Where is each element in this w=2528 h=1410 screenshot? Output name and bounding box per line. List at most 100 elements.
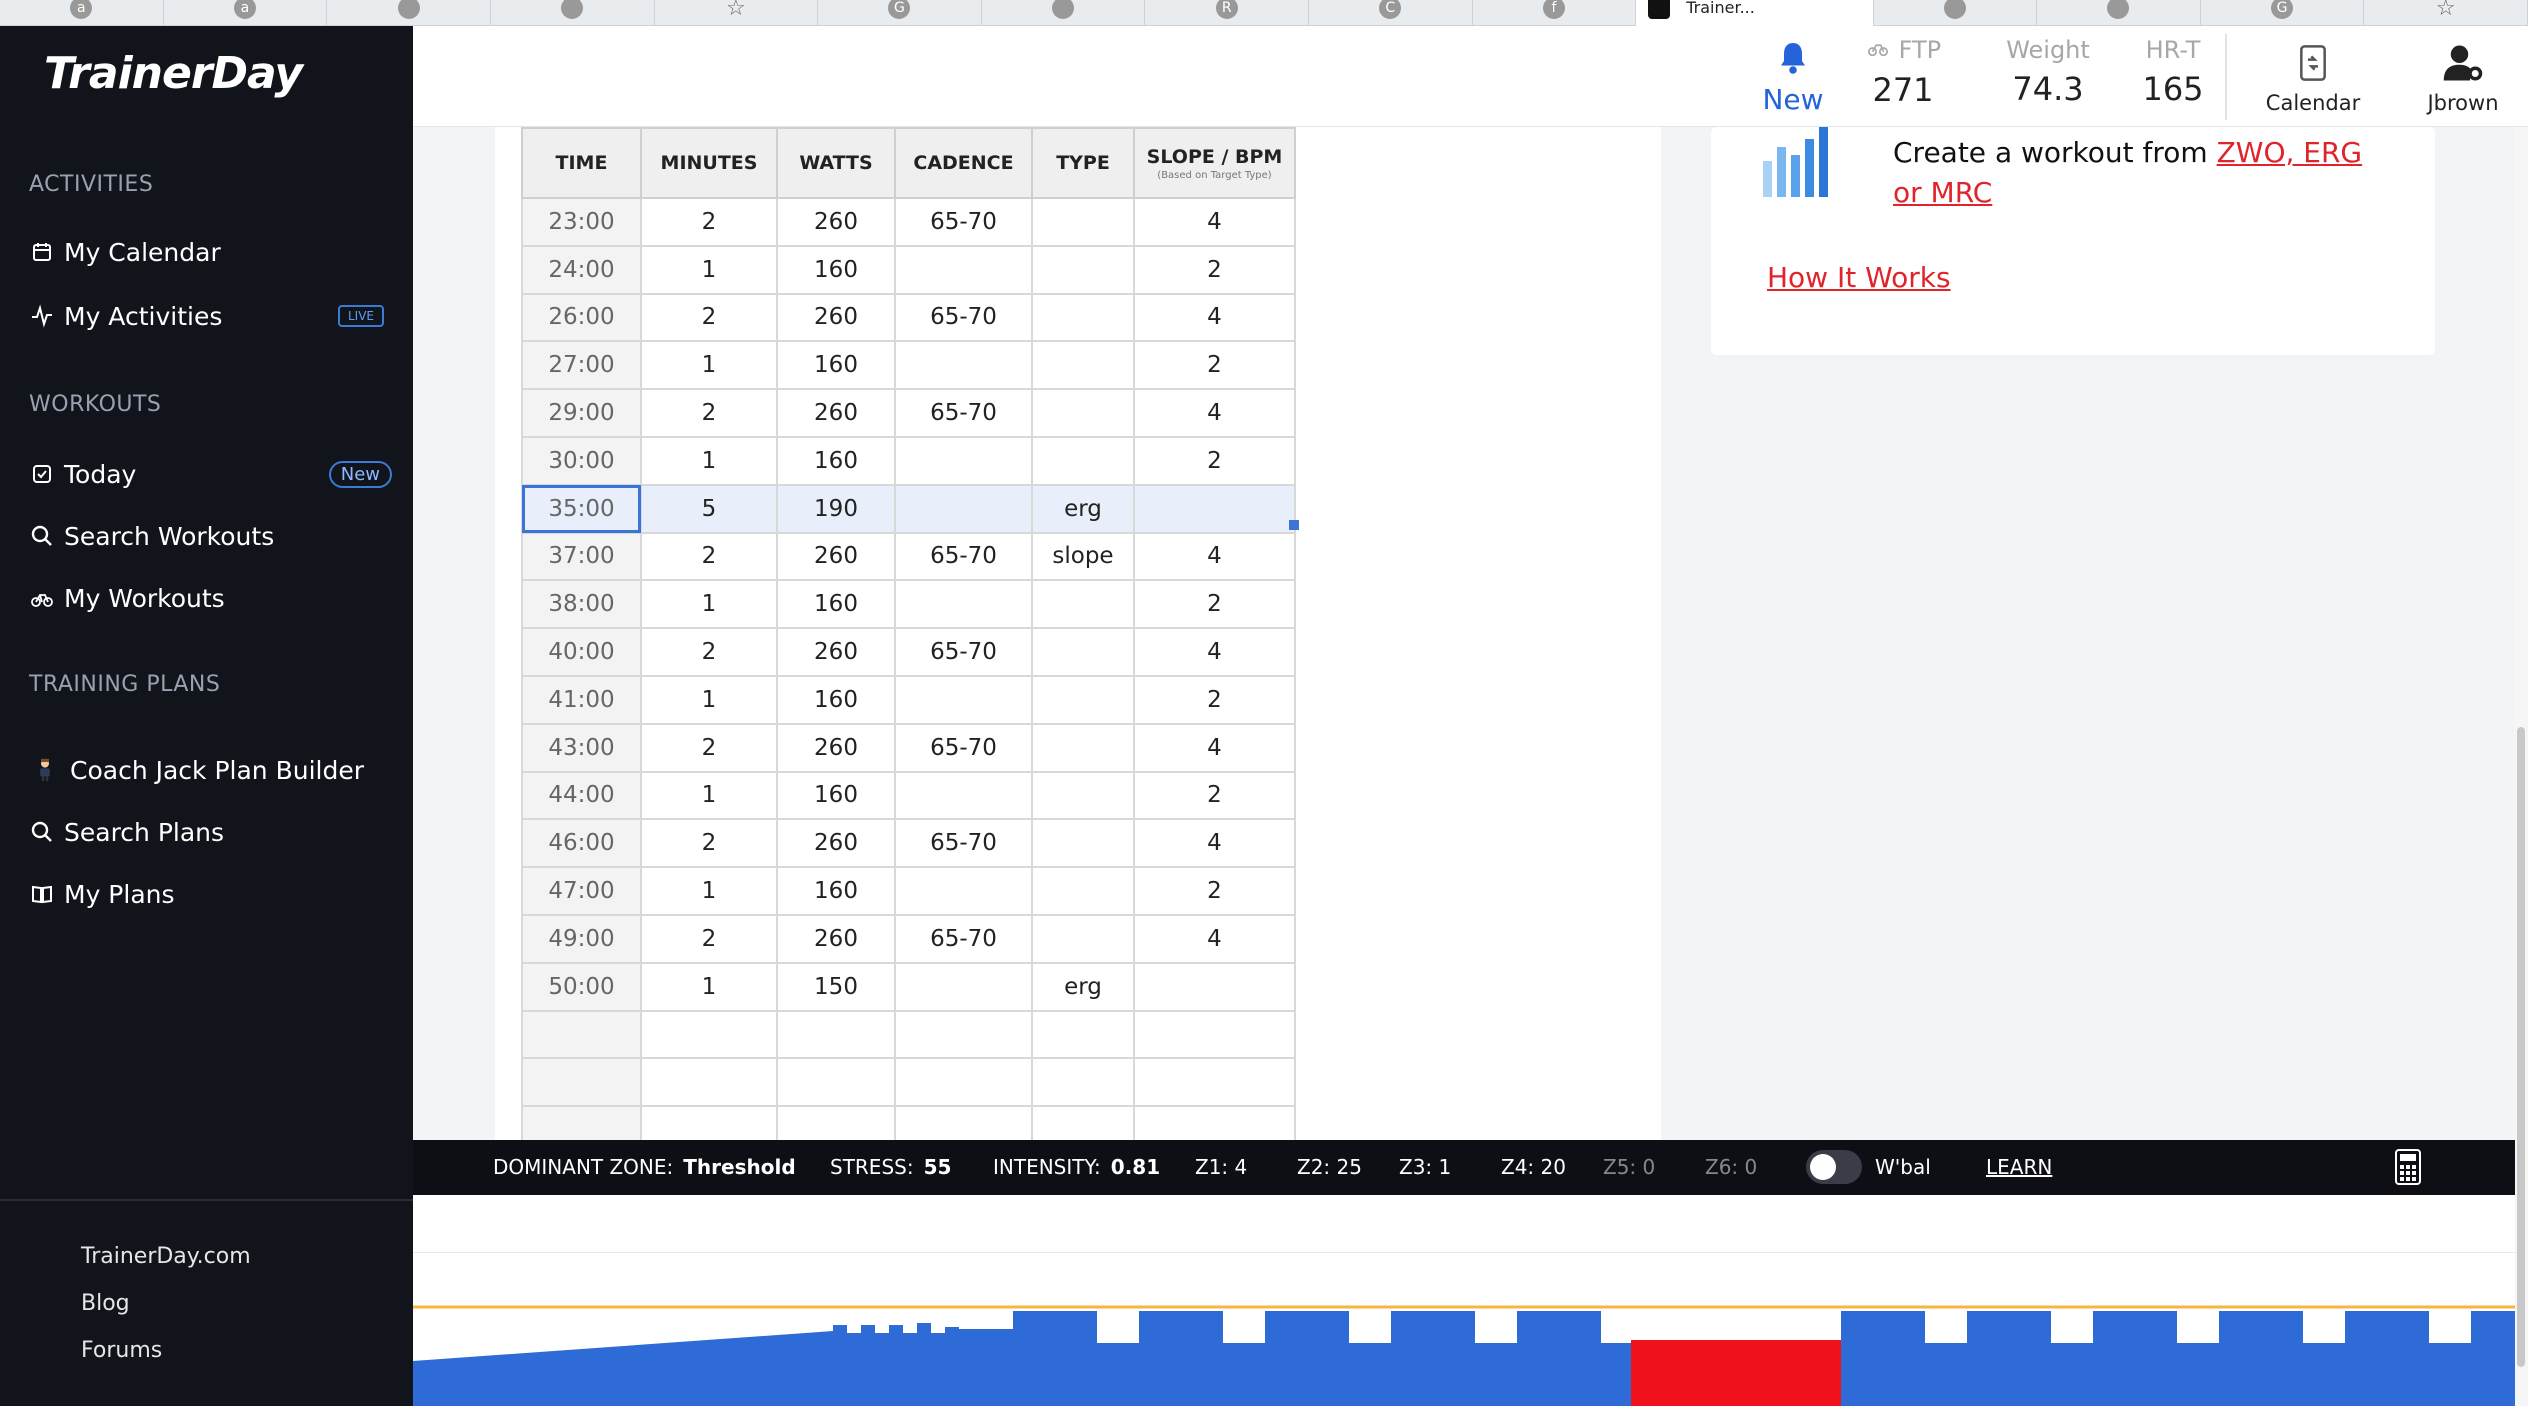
browser-tab[interactable]: ☆ — [2364, 0, 2528, 26]
browser-tab[interactable] — [2037, 0, 2201, 26]
cell-slope[interactable]: 4 — [1133, 292, 1296, 343]
cell-type[interactable]: erg — [1031, 961, 1135, 1012]
interval-block[interactable] — [1349, 1343, 1391, 1406]
cell-watts[interactable]: 260 — [776, 388, 896, 438]
cell-type[interactable] — [1031, 1057, 1135, 1108]
cell-watts[interactable]: 260 — [776, 913, 896, 964]
page-scrollbar[interactable] — [2514, 127, 2528, 1406]
browser-tab[interactable]: C — [1309, 0, 1473, 26]
cell-minutes[interactable]: 1 — [640, 674, 778, 725]
selection-fill-handle[interactable] — [1289, 520, 1299, 530]
interval-block[interactable] — [903, 1333, 917, 1406]
cell-minutes[interactable]: 1 — [640, 244, 778, 295]
browser-tab[interactable]: a — [0, 0, 164, 26]
interval-block[interactable] — [2219, 1311, 2303, 1406]
interval-block[interactable] — [2093, 1311, 2177, 1406]
cell-type[interactable] — [1031, 292, 1135, 343]
interval-block[interactable] — [833, 1325, 847, 1406]
browser-tab[interactable]: a — [164, 0, 328, 26]
table-row[interactable]: 41:00 1 160 2 — [521, 674, 1296, 725]
interval-block[interactable] — [1517, 1311, 1601, 1406]
browser-tab[interactable]: R — [1145, 0, 1309, 26]
cell-type[interactable] — [1031, 388, 1135, 438]
cell-slope[interactable]: 2 — [1133, 770, 1296, 821]
cell-minutes[interactable]: 2 — [640, 388, 778, 438]
cell-slope[interactable]: 2 — [1133, 579, 1296, 630]
cell-cadence[interactable]: 65-70 — [894, 627, 1033, 677]
cell-minutes[interactable]: 1 — [640, 579, 778, 630]
cell-minutes[interactable]: 2 — [640, 913, 778, 964]
cell-cadence[interactable] — [894, 1009, 1033, 1060]
wbal-toggle[interactable] — [1806, 1150, 1862, 1184]
learn-link[interactable]: LEARN — [1986, 1155, 2052, 1179]
cell-cadence[interactable] — [894, 674, 1033, 725]
trainerday-logo[interactable]: TrainerDay — [44, 48, 303, 99]
footer-link-forums[interactable]: Forums — [81, 1338, 162, 1363]
cell-watts[interactable]: 260 — [776, 627, 896, 677]
cell-type[interactable] — [1031, 1009, 1135, 1060]
interval-block[interactable] — [861, 1325, 875, 1406]
table-row[interactable]: 37:00 2 260 65-70 slope 4 — [521, 531, 1296, 582]
calendar-button[interactable]: Calendar — [2243, 40, 2383, 115]
notifications-button[interactable]: New — [1753, 40, 1833, 116]
scrollbar-thumb[interactable] — [2517, 727, 2525, 1367]
cell-watts[interactable] — [776, 1009, 896, 1060]
cell-slope[interactable]: 4 — [1133, 627, 1296, 677]
interval-block[interactable] — [2429, 1343, 2471, 1406]
cell-cadence[interactable]: 65-70 — [894, 197, 1033, 247]
ftp-stat[interactable]: FTP 271 — [1843, 36, 1963, 109]
table-row[interactable]: 26:00 2 260 65-70 4 — [521, 292, 1296, 343]
cell-cadence[interactable]: 65-70 — [894, 531, 1033, 582]
cell-type[interactable] — [1031, 818, 1135, 869]
sidebar-item-coach-jack[interactable]: Coach Jack Plan Builder — [28, 750, 398, 790]
cell-watts[interactable]: 160 — [776, 340, 896, 391]
cell-cadence[interactable] — [894, 579, 1033, 630]
interval-block[interactable] — [931, 1333, 945, 1406]
cell-cadence[interactable]: 65-70 — [894, 913, 1033, 964]
cell-slope[interactable] — [1133, 483, 1296, 534]
interval-block[interactable] — [1013, 1311, 1097, 1406]
interval-block[interactable] — [1265, 1311, 1349, 1406]
cell-watts[interactable]: 160 — [776, 435, 896, 486]
cell-minutes[interactable] — [640, 1057, 778, 1108]
cell-type[interactable] — [1031, 913, 1135, 964]
cell-type[interactable] — [1031, 579, 1135, 630]
table-row[interactable]: 35:00 5 190 erg — [521, 483, 1296, 534]
cell-cadence[interactable]: 65-70 — [894, 388, 1033, 438]
cell-cadence[interactable] — [894, 1057, 1033, 1108]
cell-minutes[interactable]: 5 — [640, 483, 778, 534]
cell-minutes[interactable]: 1 — [640, 770, 778, 821]
cell-slope[interactable]: 4 — [1133, 531, 1296, 582]
cell-type[interactable] — [1031, 435, 1135, 486]
sidebar-item-search-workouts[interactable]: Search Workouts — [28, 516, 398, 556]
table-row[interactable]: 38:00 1 160 2 — [521, 579, 1296, 630]
cell-type[interactable] — [1031, 627, 1135, 677]
interval-block[interactable] — [2051, 1343, 2093, 1406]
cell-cadence[interactable] — [894, 961, 1033, 1012]
cell-minutes[interactable]: 2 — [640, 627, 778, 677]
weight-stat[interactable]: Weight 74.3 — [1973, 36, 2123, 108]
cell-slope[interactable] — [1133, 961, 1296, 1012]
cell-type[interactable]: slope — [1031, 531, 1135, 582]
sidebar-item-my-plans[interactable]: My Plans — [28, 874, 398, 914]
cell-type[interactable] — [1031, 866, 1135, 916]
cell-slope[interactable] — [1133, 1009, 1296, 1060]
interval-block[interactable] — [1139, 1311, 1223, 1406]
cell-slope[interactable]: 2 — [1133, 435, 1296, 486]
interval-block[interactable] — [917, 1323, 931, 1406]
cell-type[interactable] — [1031, 674, 1135, 725]
browser-tab[interactable] — [1874, 0, 2038, 26]
cell-watts[interactable]: 190 — [776, 483, 896, 534]
cell-cadence[interactable]: 65-70 — [894, 818, 1033, 869]
cell-slope[interactable]: 4 — [1133, 388, 1296, 438]
cell-minutes[interactable]: 2 — [640, 531, 778, 582]
browser-tab[interactable] — [491, 0, 655, 26]
table-row[interactable]: 30:00 1 160 2 — [521, 435, 1296, 486]
footer-link-blog[interactable]: Blog — [81, 1291, 130, 1316]
cell-slope[interactable]: 2 — [1133, 866, 1296, 916]
browser-tab[interactable] — [327, 0, 491, 26]
calculator-icon[interactable] — [2395, 1149, 2421, 1185]
table-row[interactable] — [521, 1057, 1296, 1108]
hrt-stat[interactable]: HR-T 165 — [2123, 36, 2223, 108]
selected-interval-block[interactable] — [1631, 1340, 1841, 1406]
